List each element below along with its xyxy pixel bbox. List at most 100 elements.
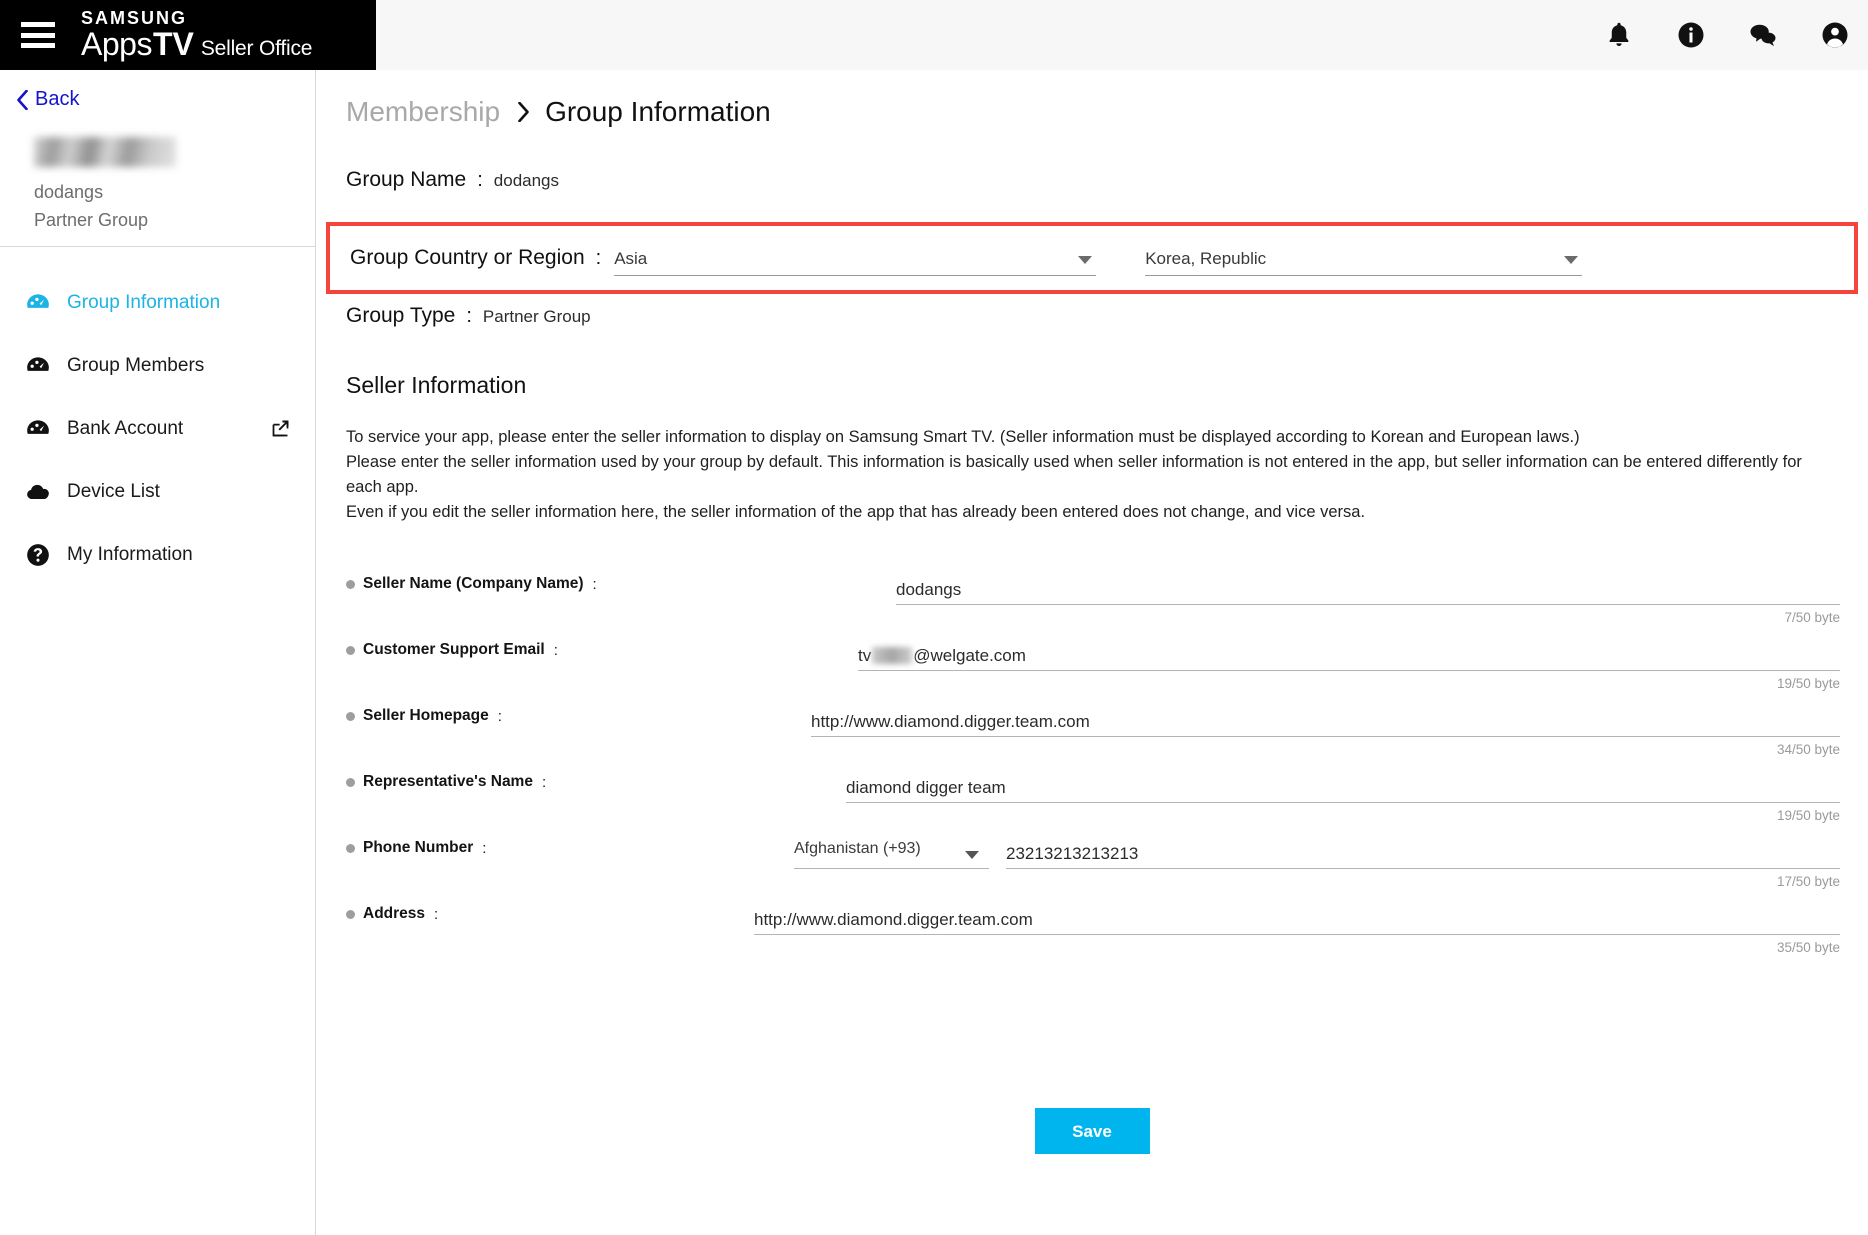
header-actions: [1604, 0, 1850, 70]
top-bar: SAMSUNG Apps TV Seller Office: [0, 0, 1868, 70]
colon: :: [477, 169, 483, 191]
field-label-group: Customer Support Email :: [346, 641, 567, 659]
field-label: Address: [363, 905, 426, 923]
sidebar-item-device-list[interactable]: Device List: [0, 460, 315, 523]
field-phone-number: Phone Number : Afghanistan (+93) 2321321…: [316, 825, 1868, 891]
breadcrumb-parent[interactable]: Membership: [346, 96, 500, 128]
group-country-label: Group Country or Region: [350, 246, 585, 269]
address-value: http://www.diamond.digger.team.com: [754, 910, 1033, 930]
brand-logo: SAMSUNG Apps TV Seller Office: [81, 9, 312, 62]
info-icon[interactable]: [1676, 20, 1706, 50]
phone-number-byte-counter: 17/50 byte: [1776, 874, 1840, 890]
colon: :: [592, 575, 597, 593]
sidebar-nav: Group Information Group Members Bank Acc…: [0, 247, 315, 586]
sidebar-item-group-members[interactable]: Group Members: [0, 334, 315, 397]
phone-country-code-dropdown[interactable]: Afghanistan (+93): [794, 840, 989, 870]
region-dropdown-value: Asia: [614, 249, 648, 268]
chevron-left-icon: [17, 89, 28, 110]
colon: :: [466, 305, 472, 327]
seller-desc-line-2: Please enter the seller information used…: [346, 453, 1802, 497]
footer-actions: Save: [316, 1108, 1868, 1154]
bullet-icon: [346, 909, 355, 919]
sidebar-item-label: Group Members: [67, 354, 205, 376]
colon: :: [482, 839, 487, 857]
bullet-icon: [346, 579, 355, 589]
customer-support-email-input[interactable]: tv @welgate.com: [858, 643, 1840, 672]
bullet-icon: [346, 711, 355, 721]
colon: :: [434, 905, 439, 923]
field-customer-support-email: Customer Support Email : tv @welgate.com …: [316, 627, 1868, 693]
seller-name-value: dodangs: [896, 580, 962, 600]
sidebar-item-label: Group Information: [67, 291, 221, 313]
email-redaction: [872, 647, 913, 665]
phone-number-input[interactable]: 23213213213213: [1006, 841, 1840, 870]
seller-homepage-value: http://www.diamond.digger.team.com: [811, 712, 1090, 732]
sidebar-group-name: dodangs: [34, 182, 104, 202]
region-dropdown[interactable]: Asia: [614, 240, 1097, 276]
seller-homepage-input[interactable]: http://www.diamond.digger.team.com: [811, 709, 1840, 738]
brand-samsung-text: SAMSUNG: [81, 7, 188, 28]
chat-icon[interactable]: [1748, 20, 1778, 50]
bell-icon[interactable]: [1604, 20, 1634, 50]
sidebar-group-type: Partner Group: [34, 209, 149, 230]
chevron-down-icon: [965, 851, 979, 860]
back-button[interactable]: Back: [0, 70, 315, 111]
external-link-icon[interactable]: [270, 418, 291, 439]
group-country-highlight: Group Country or Region : Asia Korea, Re…: [326, 222, 1858, 294]
breadcrumb: Membership Group Information: [316, 70, 1868, 128]
field-label-group: Representative's Name :: [346, 773, 555, 791]
chevron-down-icon: [1564, 256, 1579, 264]
address-input[interactable]: http://www.diamond.digger.team.com: [754, 907, 1840, 936]
seller-name-input[interactable]: dodangs: [896, 577, 1840, 606]
brand-seller-office-text: Seller Office: [200, 36, 313, 60]
representative-name-value: diamond digger team: [846, 778, 1006, 798]
group-type-label: Group Type: [346, 304, 456, 327]
group-country-row: Group Country or Region : Asia Korea, Re…: [330, 226, 1854, 290]
back-label: Back: [35, 88, 80, 110]
brand-tv-text: TV: [152, 25, 194, 62]
field-address: Address : http://www.diamond.digger.team…: [316, 891, 1868, 957]
field-label-group: Address :: [346, 905, 447, 923]
seller-desc-line-3: Even if you edit the seller information …: [346, 503, 1366, 522]
representative-name-input[interactable]: diamond digger team: [846, 775, 1840, 804]
phone-country-code-value: Afghanistan (+93): [794, 840, 921, 858]
country-dropdown[interactable]: Korea, Republic: [1145, 240, 1583, 276]
hamburger-menu-icon[interactable]: [21, 22, 55, 48]
dashboard-icon: [27, 293, 49, 308]
colon: :: [553, 641, 558, 659]
page-title: Group Information: [545, 96, 771, 127]
sidebar-item-bank-account[interactable]: Bank Account: [0, 397, 315, 460]
phone-number-value: 23213213213213: [1006, 844, 1139, 864]
field-seller-name: Seller Name (Company Name) : dodangs 7/5…: [316, 561, 1868, 627]
field-representative-name: Representative's Name : diamond digger t…: [316, 759, 1868, 825]
sidebar-item-label: Device List: [67, 480, 160, 502]
dashboard-icon: [27, 356, 49, 371]
colon: :: [541, 773, 547, 791]
brand-header: SAMSUNG Apps TV Seller Office: [0, 0, 376, 70]
sidebar-item-group-information[interactable]: Group Information: [0, 271, 315, 334]
sidebar-item-label: My Information: [67, 543, 193, 565]
field-label: Representative's Name: [363, 773, 533, 791]
bullet-icon: [346, 645, 355, 655]
seller-homepage-byte-counter: 34/50 byte: [1776, 742, 1840, 758]
brand-apps-text: Apps: [81, 25, 152, 62]
group-name-value: dodangs: [493, 171, 560, 190]
user-name-redacted: [34, 137, 176, 167]
account-icon[interactable]: [1820, 20, 1850, 50]
customer-support-email-value: tv @welgate.com: [858, 646, 1026, 666]
address-byte-counter: 35/50 byte: [1776, 940, 1840, 956]
field-label: Seller Homepage: [363, 707, 489, 725]
save-button[interactable]: Save: [1034, 1108, 1150, 1154]
sidebar-item-my-information[interactable]: My Information: [0, 523, 315, 586]
colon: :: [497, 707, 502, 725]
colon: :: [595, 246, 602, 269]
seller-form: Seller Name (Company Name) : dodangs 7/5…: [316, 561, 1868, 957]
field-label-group: Phone Number :: [346, 839, 495, 857]
field-label-group: Seller Homepage :: [346, 707, 511, 725]
group-type-row: Group Type : Partner Group: [316, 304, 1868, 328]
field-seller-homepage: Seller Homepage : http://www.diamond.dig…: [316, 693, 1868, 759]
bullet-icon: [346, 843, 355, 853]
dashboard-icon: [27, 419, 49, 434]
question-circle-icon: [27, 543, 49, 566]
customer-support-email-byte-counter: 19/50 byte: [1776, 676, 1840, 692]
